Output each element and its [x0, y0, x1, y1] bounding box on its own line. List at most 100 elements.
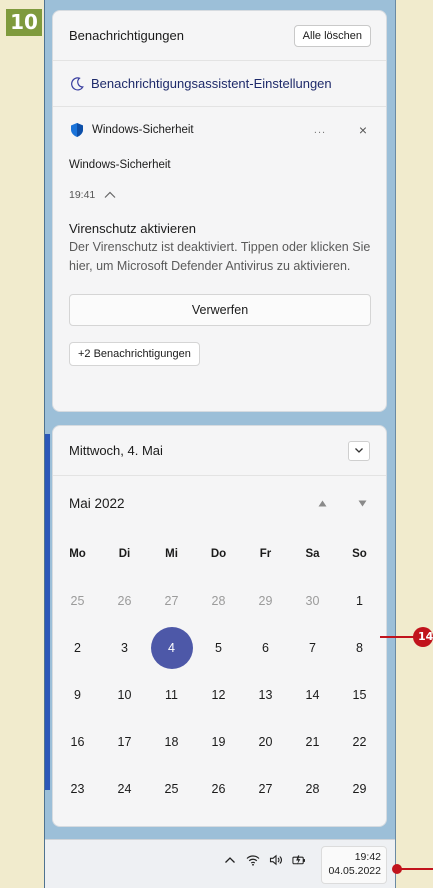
day-number: 28 [305, 781, 320, 796]
calendar-day[interactable]: 12 [195, 671, 242, 718]
calendar-day[interactable]: 10 [101, 671, 148, 718]
month-label[interactable]: Mai 2022 [69, 496, 312, 511]
calendar-day[interactable]: 11 [148, 671, 195, 718]
shield-icon [71, 123, 83, 137]
calendar-day[interactable]: 27 [242, 765, 289, 812]
wifi-icon[interactable] [246, 853, 260, 867]
calendar-day[interactable]: 30 [289, 577, 336, 624]
calendar-day[interactable]: 26 [195, 765, 242, 812]
calendar-day[interactable]: 14 [289, 671, 336, 718]
day-number: 27 [258, 781, 273, 796]
day-number: 2 [74, 640, 81, 655]
calendar-day[interactable]: 28 [195, 577, 242, 624]
weekday-header: Mo [69, 547, 86, 560]
notification-heading: Virenschutz aktivieren [69, 221, 196, 236]
notification-item-header: Windows-Sicherheit ... × [69, 107, 370, 153]
calendar-day[interactable]: 27 [148, 577, 195, 624]
calendar-day[interactable]: 15 [336, 671, 383, 718]
wallpaper-edge [45, 434, 50, 790]
calendar-day[interactable]: 8 [336, 624, 383, 671]
calendar-day[interactable]: 26 [101, 577, 148, 624]
weekday-header: Mi [165, 547, 178, 560]
calendar-day[interactable]: 16 [54, 718, 101, 765]
battery-icon[interactable] [292, 853, 306, 867]
taskbar-clock[interactable]: 19:42 04.05.2022 [321, 846, 387, 884]
calendar-day[interactable]: 18 [148, 718, 195, 765]
close-icon[interactable]: × [356, 122, 370, 138]
previous-month-button[interactable] [312, 493, 332, 513]
weekday-header: So [352, 547, 367, 560]
calendar-day[interactable]: 6 [242, 624, 289, 671]
calendar-day[interactable]: 21 [289, 718, 336, 765]
calendar-day[interactable]: 30 [54, 812, 101, 826]
calendar-day[interactable]: 9 [54, 671, 101, 718]
triangle-down-icon [358, 500, 366, 506]
chevron-up-icon[interactable] [103, 190, 117, 200]
calendar-day[interactable]: 25 [148, 765, 195, 812]
chevron-up-icon[interactable] [223, 853, 237, 867]
day-number: 16 [70, 734, 85, 749]
more-notifications-button[interactable]: +2 Benachrichtigungen [69, 342, 200, 366]
calendar-day[interactable]: 29 [336, 765, 383, 812]
calendar-day[interactable]: 7 [289, 624, 336, 671]
calendar-day[interactable]: 2 [54, 624, 101, 671]
day-number: 27 [164, 593, 179, 608]
calendar-day[interactable]: 2 [195, 812, 242, 826]
weekday-header: Di [118, 547, 131, 560]
calendar-day-today[interactable]: 4 [148, 624, 195, 671]
day-number: 29 [352, 781, 367, 796]
day-number: 9 [74, 687, 81, 702]
notification-body: Der Virenschutz ist deaktiviert. Tippen … [69, 240, 371, 273]
calendar-day[interactable]: 3 [242, 812, 289, 826]
calendar-day[interactable]: 1 [148, 812, 195, 826]
calendar-day[interactable]: 22 [336, 718, 383, 765]
day-number: 3 [121, 640, 128, 655]
weekday-header: Sa [305, 547, 320, 560]
calendar-day[interactable]: 20 [242, 718, 289, 765]
calendar-day[interactable]: 5 [336, 812, 383, 826]
dismiss-button[interactable]: Verwerfen [69, 294, 371, 326]
calendar-day[interactable]: 23 [54, 765, 101, 812]
calendar-day[interactable]: 19 [195, 718, 242, 765]
next-month-button[interactable] [352, 493, 372, 513]
day-number: 19 [211, 734, 226, 749]
calendar-day[interactable]: 4 [289, 812, 336, 826]
day-number: 15 [352, 687, 367, 702]
calendar-day[interactable]: 3 [101, 624, 148, 671]
day-number: 18 [164, 734, 179, 749]
moon-icon [71, 76, 84, 90]
focus-assist-settings-link[interactable]: Benachrichtigungsassistent-Einstellungen [53, 61, 386, 107]
notification-item[interactable]: Windows-Sicherheit ... × Windows-Sicherh… [53, 107, 386, 366]
taskbar: 19:42 04.05.2022 [45, 839, 395, 888]
windows-screen: Benachrichtigungen Alle löschen Benachri… [44, 0, 396, 888]
calendar-day[interactable]: 31 [101, 812, 148, 826]
day-number: 6 [262, 640, 269, 655]
notification-time: 19:41 [69, 189, 96, 201]
collapse-calendar-button[interactable] [348, 440, 370, 461]
speaker-icon[interactable] [269, 853, 283, 867]
calendar-grid: Mo Di Mi Do Fr Sa So 25 26 27 28 29 30 1 2 3 4 5 6 7 8 9 10 11 1… [53, 530, 386, 826]
day-number: 29 [258, 593, 273, 608]
day-number: 26 [117, 593, 132, 608]
more-options-icon[interactable]: ... [310, 124, 330, 136]
calendar-day[interactable]: 25 [54, 577, 101, 624]
day-number: 28 [211, 593, 226, 608]
calendar-header: Mittwoch, 4. Mai [53, 426, 386, 476]
clear-all-button[interactable]: Alle löschen [293, 24, 371, 47]
calendar-day[interactable]: 13 [242, 671, 289, 718]
calendar-day[interactable]: 17 [101, 718, 148, 765]
calendar-day[interactable]: 5 [195, 624, 242, 671]
day-number: 24 [117, 781, 132, 796]
day-number: 17 [117, 734, 132, 749]
callout-dot-clock [392, 864, 402, 874]
day-number: 5 [215, 640, 222, 655]
day-number: 25 [164, 781, 179, 796]
calendar-day[interactable]: 1 [336, 577, 383, 624]
notification-time-row: 19:41 [69, 189, 370, 201]
triangle-up-icon [318, 500, 326, 506]
calendar-day[interactable]: 28 [289, 765, 336, 812]
day-number: 11 [165, 687, 178, 702]
calendar-day[interactable]: 29 [242, 577, 289, 624]
day-number: 10 [117, 687, 132, 702]
calendar-day[interactable]: 24 [101, 765, 148, 812]
